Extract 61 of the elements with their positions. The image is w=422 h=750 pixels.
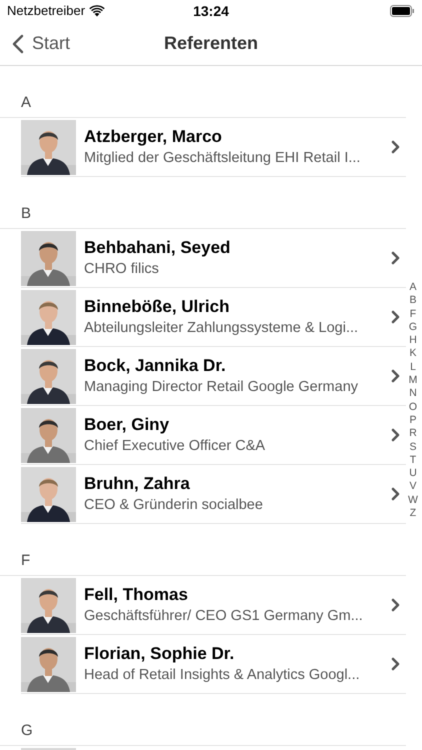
speaker-name: Bock, Jannika Dr. — [84, 355, 227, 377]
chevron-right-icon — [391, 251, 400, 265]
index-letter[interactable]: Z — [410, 507, 416, 520]
index-letter[interactable]: H — [409, 334, 417, 348]
wifi-icon — [89, 5, 106, 17]
index-letter[interactable]: L — [410, 360, 416, 374]
index-letter[interactable]: T — [410, 454, 416, 468]
speaker-row[interactable]: Behbahani, Seyed CHRO filics — [21, 229, 406, 288]
speaker-name: Bruhn, Zahra — [84, 473, 191, 495]
index-letter[interactable]: S — [409, 440, 416, 454]
section-header: B — [21, 205, 32, 222]
speaker-name: Boer, Giny — [84, 414, 170, 436]
chevron-right-icon — [391, 140, 400, 154]
index-letter[interactable]: V — [409, 480, 416, 494]
index-letter[interactable]: W — [408, 494, 418, 508]
speaker-row[interactable]: Atzberger, Marco Mitglied der Geschäftsleitung EHI Retail I... — [21, 118, 406, 177]
speaker-role: Mitglied der Geschäftsleitung EHI Retail I... — [84, 149, 362, 168]
index-letter[interactable]: U — [409, 467, 417, 480]
speaker-row[interactable]: Binneböße, Ulrich Abteilungsleiter Zahlungssysteme & Logi... — [21, 288, 406, 347]
speaker-row[interactable]: Fell, Thomas Geschäftsführer/ CEO GS1 Germany Gm... — [21, 576, 406, 635]
speaker-row[interactable]: Bruhn, Zahra CEO & Gründerin socialbee — [21, 465, 406, 524]
chevron-right-icon — [391, 369, 400, 383]
chevron-right-icon — [391, 310, 400, 324]
back-button[interactable]: Start — [0, 30, 70, 57]
index-letter[interactable]: M — [408, 374, 418, 388]
chevron-right-icon — [391, 487, 400, 501]
speaker-name: Behbahani, Seyed — [84, 237, 232, 259]
carrier-name: Netzbetreiber — [7, 2, 86, 20]
battery-icon — [390, 5, 415, 17]
speaker-role: Chief Executive Officer C&A — [84, 437, 266, 456]
speaker-name: Fell, Thomas — [84, 584, 189, 606]
index-letter[interactable]: N — [409, 387, 417, 401]
speaker-row[interactable]: Bock, Jannika Dr. Managing Director Retail Google Germany — [21, 347, 406, 406]
speaker-row[interactable]: Florian, Sophie Dr. Head of Retail Insights & Analytics Googl... — [21, 635, 406, 694]
chevron-right-icon — [391, 657, 400, 671]
screen-title: Referenten — [164, 32, 258, 55]
speaker-role: Geschäftsführer/ CEO GS1 Germany Gm... — [84, 607, 364, 626]
chevron-right-icon — [391, 598, 400, 612]
speaker-role: Abteilungsleiter Zahlungssysteme & Logi... — [84, 319, 360, 338]
index-letter[interactable]: K — [409, 347, 416, 361]
speaker-name: Atzberger, Marco — [84, 126, 223, 148]
index-letter[interactable]: B — [409, 294, 416, 308]
speaker-role: CEO & Gründerin socialbee — [84, 496, 264, 515]
section-header: A — [21, 94, 32, 111]
back-chevron-icon — [12, 34, 24, 54]
index-letter[interactable]: P — [409, 414, 416, 428]
index-letter[interactable]: O — [408, 400, 418, 414]
clock-time: 13:24 — [193, 2, 229, 18]
section-header: F — [21, 552, 32, 569]
speaker-role: CHRO filics — [84, 260, 160, 279]
speaker-role: Head of Retail Insights & Analytics Googl... — [84, 666, 361, 685]
index-letter[interactable]: G — [408, 320, 418, 334]
index-letter[interactable]: R — [409, 427, 417, 441]
speaker-role: Managing Director Retail Google Germany — [84, 378, 360, 397]
index-letter[interactable]: A — [409, 281, 416, 294]
speaker-row[interactable]: Boer, Giny Chief Executive Officer C&A — [21, 406, 406, 465]
index-letter[interactable]: F — [410, 308, 416, 321]
section-header: G — [21, 722, 34, 739]
speaker-name: Florian, Sophie Dr. — [84, 643, 236, 665]
chevron-right-icon — [391, 428, 400, 442]
speaker-name: Binneböße, Ulrich — [84, 296, 230, 318]
